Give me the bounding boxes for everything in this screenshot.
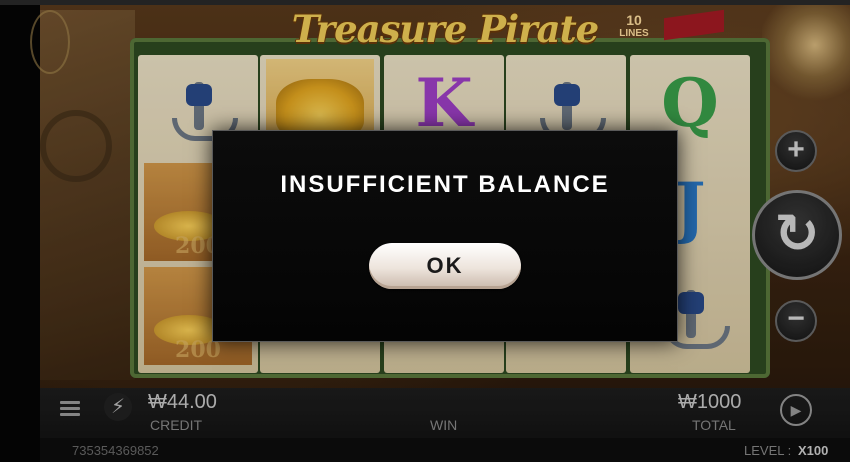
insufficient-balance-dialog: INSUFFICIENT BALANCE OK: [212, 130, 678, 342]
game-screen: 200 200 K Q J Treasure Pirate 10 LINES +…: [0, 0, 850, 462]
ok-button[interactable]: OK: [369, 243, 521, 289]
dialog-message: INSUFFICIENT BALANCE: [280, 171, 610, 198]
